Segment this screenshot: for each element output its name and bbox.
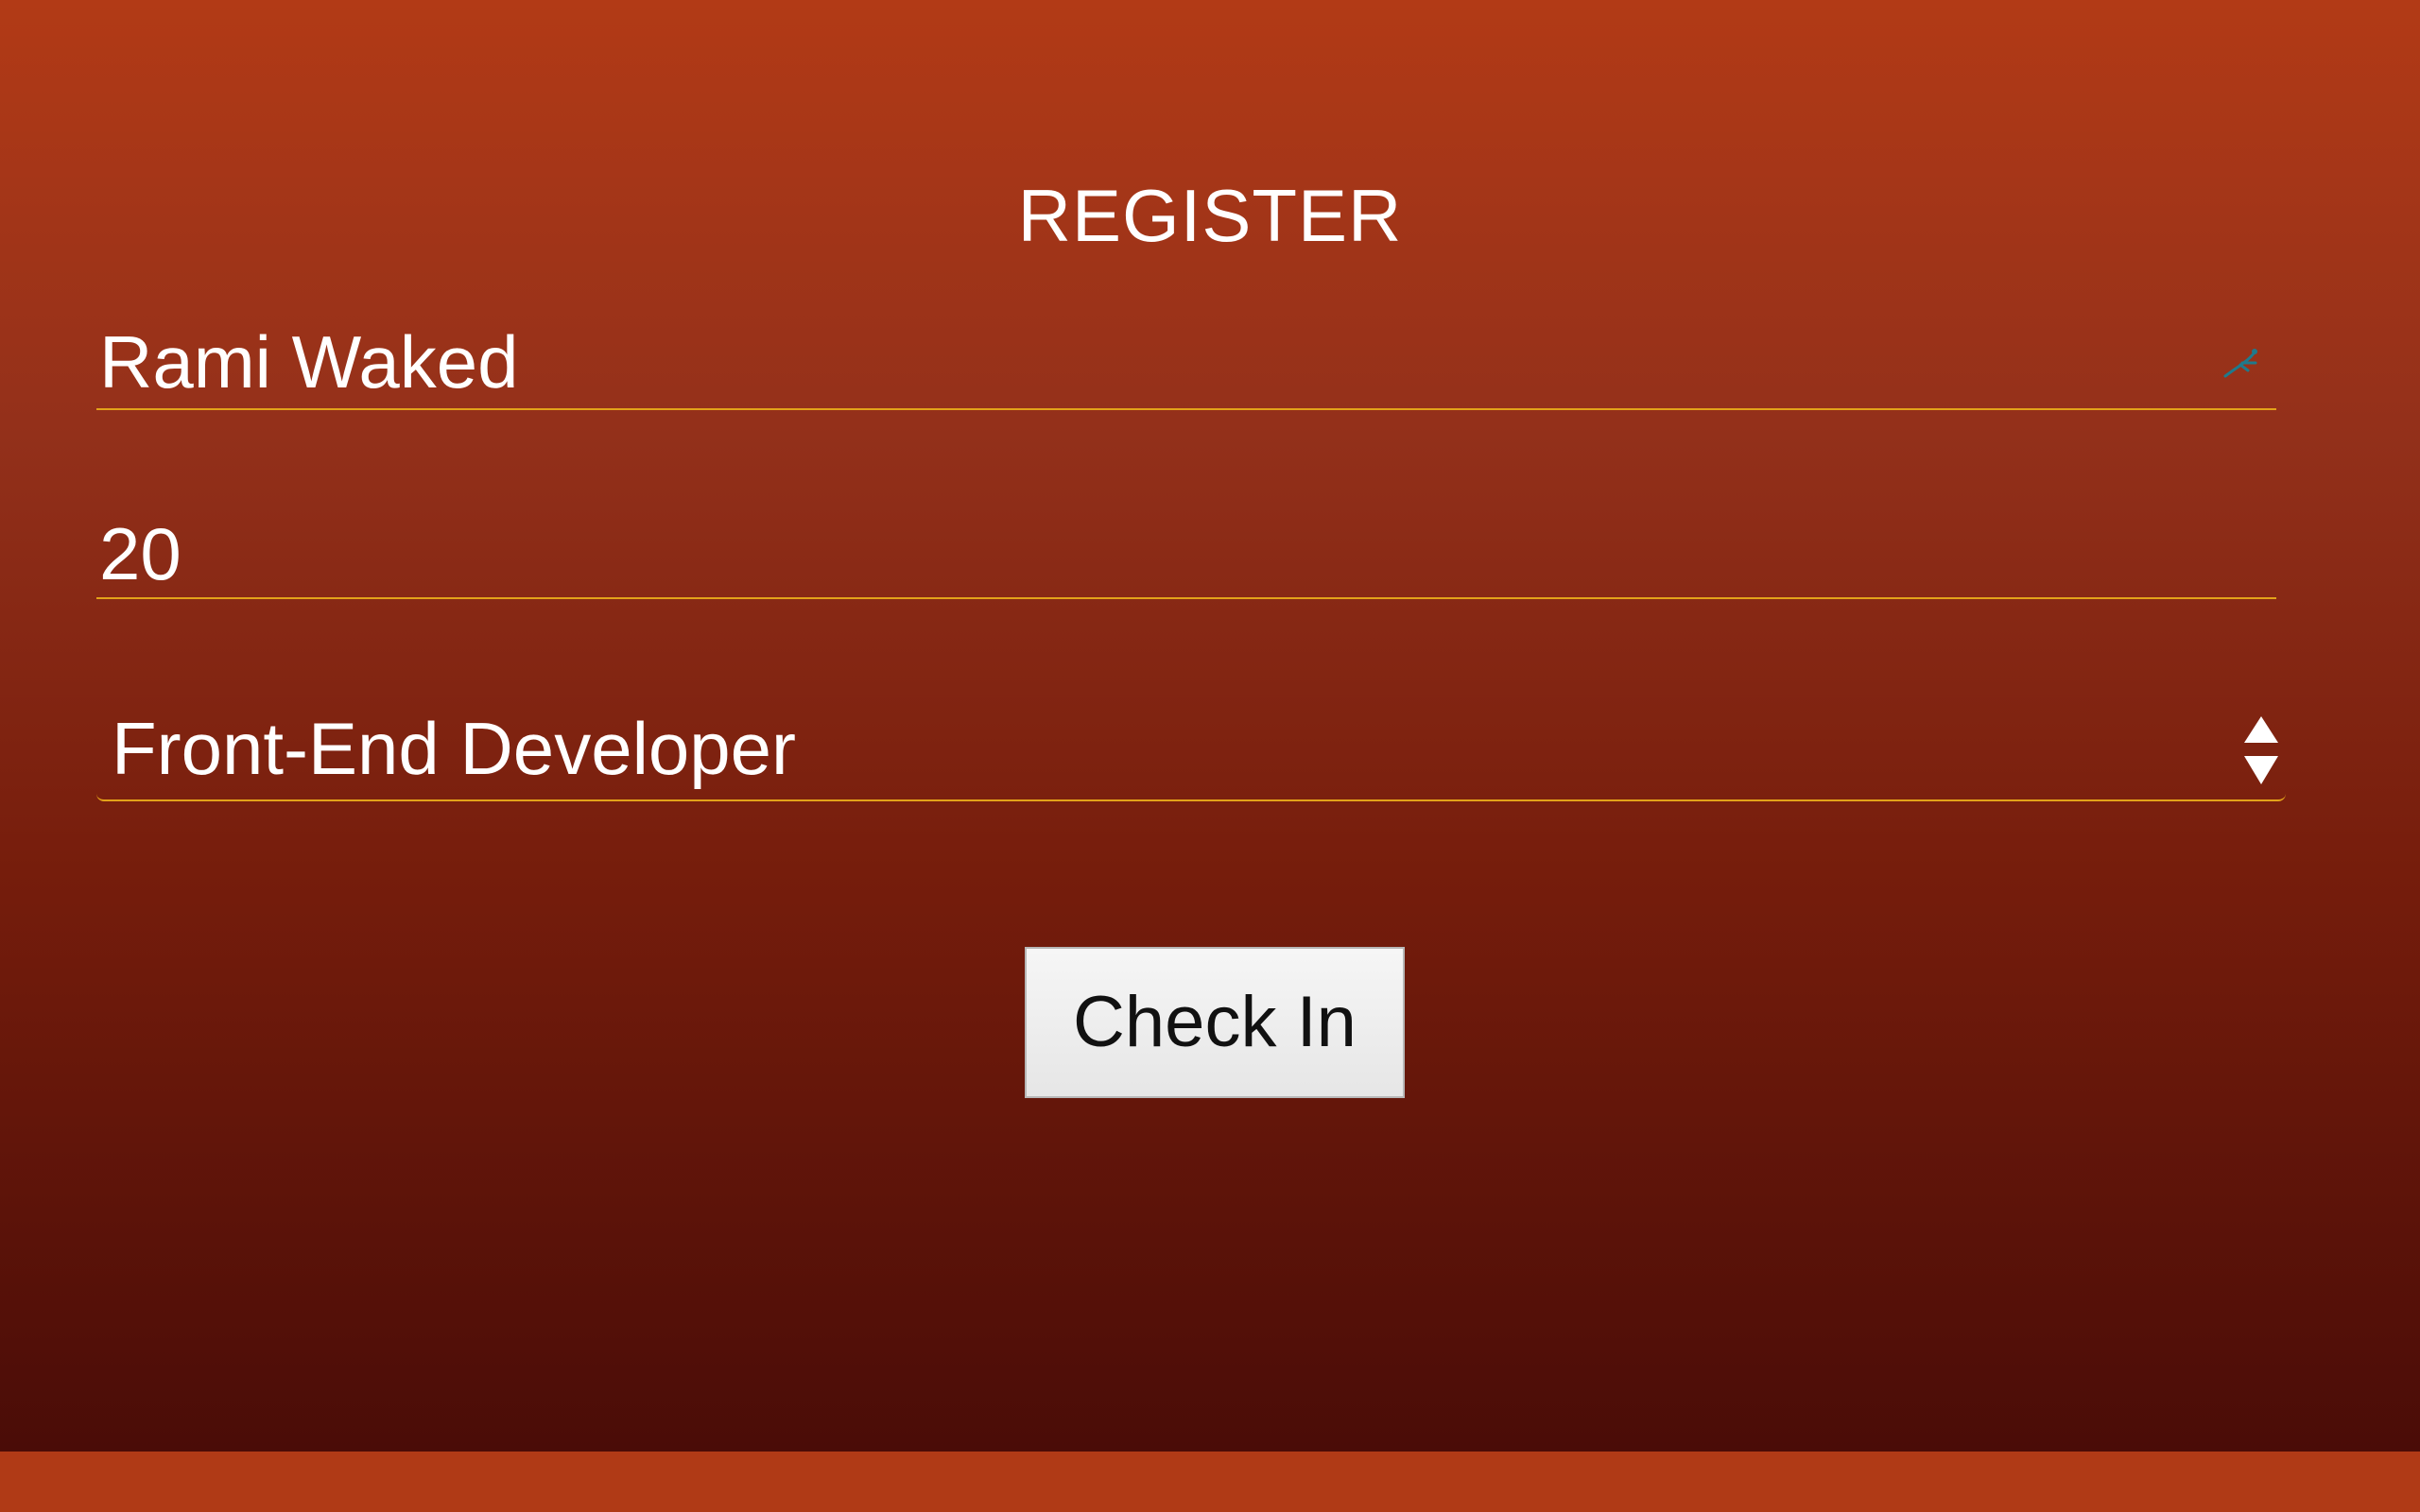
footer-strip	[0, 1452, 2420, 1512]
role-select-value: Front-End Developer	[112, 707, 797, 790]
name-field[interactable]: Rami Waked	[96, 320, 2276, 410]
age-field[interactable]: 20	[96, 510, 2276, 599]
up-down-stepper-icon[interactable]	[2242, 713, 2280, 790]
register-panel: REGISTER Rami Waked 20 Front-End Develop…	[0, 0, 2420, 1452]
check-in-button[interactable]: Check In	[1025, 947, 1405, 1098]
role-select[interactable]: Front-End Developer	[96, 699, 2286, 801]
name-field-value: Rami Waked	[99, 320, 519, 404]
age-field-value: 20	[99, 512, 182, 595]
autofill-runner-icon[interactable]	[2220, 342, 2261, 384]
page-title: REGISTER	[1017, 174, 1403, 257]
